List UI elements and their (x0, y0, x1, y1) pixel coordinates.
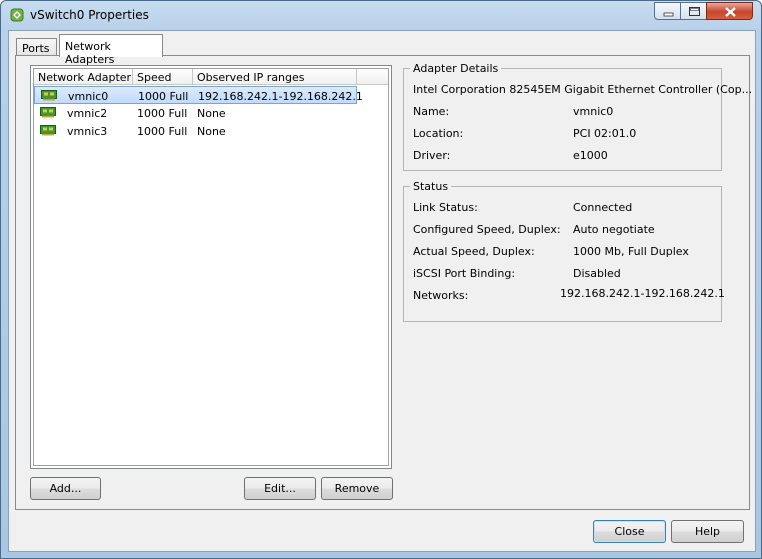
column-header-observed-ip[interactable]: Observed IP ranges (193, 69, 357, 85)
actual-speed-value: 1000 Mb, Full Duplex (573, 245, 689, 258)
properties-window: vSwitch0 Properties Ports Network Adapte… (0, 0, 762, 559)
adapter-row-vmnic0[interactable]: vmnic0 1000 Full 192.168.242.1-192.168.2… (34, 86, 363, 104)
configured-speed-value: Auto negotiate (573, 223, 655, 236)
networks-value: 192.168.242.1-192.168.242.1 (560, 287, 725, 300)
status-group: Status Link Status: Connected Configured… (403, 180, 725, 322)
adapter-ip-range: None (197, 125, 226, 138)
link-status-value: Connected (573, 201, 633, 214)
networks-label: Networks: (413, 289, 469, 302)
maximize-button[interactable] (680, 2, 707, 20)
link-status-label: Link Status: (413, 201, 478, 214)
name-value: vmnic0 (573, 105, 614, 118)
adapter-ip-range: 192.168.242.1-192.168.242.1 (198, 90, 363, 103)
minimize-button[interactable] (654, 2, 681, 20)
minimize-icon (663, 12, 674, 17)
adapter-speed: 1000 Full (137, 125, 188, 138)
maximize-icon (689, 7, 700, 16)
window-title: vSwitch0 Properties (30, 8, 149, 22)
name-label: Name: (413, 105, 450, 118)
network-adapter-icon (40, 107, 56, 118)
adapter-details-title: Adapter Details (410, 62, 502, 75)
adapter-speed: 1000 Full (137, 107, 188, 120)
tab-network-adapters[interactable]: Network Adapters (59, 34, 163, 66)
configured-speed-label: Configured Speed, Duplex: (413, 223, 561, 236)
help-button[interactable]: Help (671, 520, 744, 543)
adapter-name: vmnic3 (67, 125, 108, 138)
close-icon (725, 7, 736, 17)
adapter-row-vmnic2[interactable]: vmnic2 1000 Full None (34, 104, 357, 122)
column-header-speed[interactable]: Speed (133, 69, 193, 85)
adapter-name: vmnic0 (68, 90, 109, 103)
remove-button[interactable]: Remove (321, 477, 393, 500)
column-header-filler (357, 69, 388, 85)
dialog-client-area: Ports Network Adapters Network Adapter S… (8, 30, 756, 552)
network-adapters-pane: Network Adapter Speed Observed IP ranges… (15, 55, 752, 510)
driver-value: e1000 (573, 149, 608, 162)
adapter-row-vmnic3[interactable]: vmnic3 1000 Full None (34, 122, 357, 140)
edit-button[interactable]: Edit... (244, 477, 316, 500)
adapter-list[interactable]: Network Adapter Speed Observed IP ranges… (30, 65, 392, 469)
add-button[interactable]: Add... (30, 477, 101, 500)
iscsi-binding-value: Disabled (573, 267, 621, 280)
actual-speed-label: Actual Speed, Duplex: (413, 245, 535, 258)
adapter-description: Intel Corporation 82545EM Gigabit Ethern… (413, 83, 753, 96)
network-adapter-icon (41, 90, 57, 101)
iscsi-binding-label: iSCSI Port Binding: (413, 267, 516, 280)
column-header-network-adapter[interactable]: Network Adapter (34, 69, 133, 85)
network-adapter-icon (40, 125, 56, 136)
title-bar[interactable]: vSwitch0 Properties (1, 1, 761, 29)
adapter-details-group: Adapter Details Intel Corporation 82545E… (403, 62, 752, 171)
adapter-speed: 1000 Full (138, 90, 189, 103)
vsphere-switch-icon (10, 8, 24, 22)
adapter-name: vmnic2 (67, 107, 108, 120)
location-value: PCI 02:01.0 (573, 127, 637, 140)
status-title: Status (410, 180, 452, 193)
adapter-ip-range: None (197, 107, 226, 120)
driver-label: Driver: (413, 149, 451, 162)
tab-ports[interactable]: Ports (16, 38, 57, 56)
close-button[interactable]: Close (593, 520, 666, 543)
location-label: Location: (413, 127, 464, 140)
close-window-button[interactable] (706, 2, 753, 20)
